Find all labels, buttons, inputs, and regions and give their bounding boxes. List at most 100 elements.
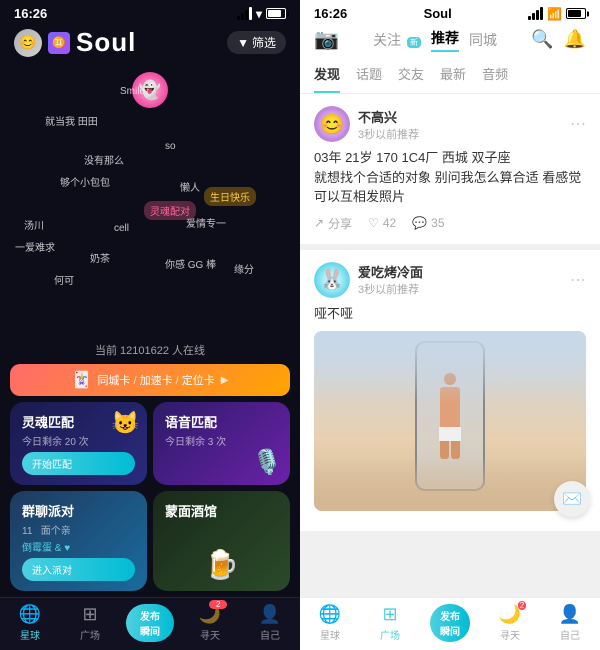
- floating-message-btn[interactable]: ✉️: [554, 481, 590, 517]
- feed-content-1: 03年 21岁 170 1C4厂 西城 双子座就想找个合适的对象 别问我怎么算合…: [314, 148, 586, 207]
- right-publish-btn[interactable]: 发布瞬间: [430, 604, 470, 642]
- tab-latest[interactable]: 最新: [440, 58, 466, 93]
- feed-actions-1: ↗ 分享 ♡ 42 💬 35: [314, 215, 586, 232]
- left-nav-planet-label: 星球: [20, 627, 40, 642]
- square-icon: ⊞: [82, 604, 97, 625]
- tab-audio[interactable]: 音频: [482, 58, 508, 93]
- bubble-tangchuan: 汤川: [24, 217, 44, 232]
- right-nav-sky[interactable]: 🌙 2 寻天: [480, 604, 540, 642]
- right-time: 16:26: [314, 6, 347, 21]
- left-status-bar: 16:26 ▾: [0, 0, 300, 23]
- message-icon: ✉️: [562, 489, 582, 509]
- tab-follow[interactable]: 关注 新: [373, 30, 421, 50]
- comment-icon: 💬: [412, 216, 427, 230]
- feed-user-info-2: 🐰 爱吃烤冷面 3秒以前推荐: [314, 262, 423, 298]
- tab-local[interactable]: 同城: [469, 30, 497, 50]
- feed-share-1[interactable]: ↗ 分享: [314, 215, 352, 232]
- sky-badge: 🌙: [199, 604, 221, 625]
- bubble-hard: 一爱难求: [15, 239, 55, 254]
- right-soul-center: Soul: [424, 6, 452, 21]
- bubble-yuanfen: 缘分: [234, 261, 254, 276]
- voice-match-card[interactable]: 语音匹配 今日剩余 3 次 🎙️: [153, 402, 290, 485]
- group-party-card[interactable]: 群聊派对 11 面个亲 倒霉蛋 & ♥ 进入派对: [10, 491, 147, 591]
- left-nav-sky[interactable]: 🌙 寻天: [180, 604, 240, 642]
- bubble-rennin: 懒人: [180, 179, 200, 194]
- feed-image-2: [314, 331, 586, 511]
- right-nav-square[interactable]: ⊞ 广场: [360, 604, 420, 642]
- right-signal-icon: [528, 7, 543, 20]
- feed-item-1: 😊 不高兴 3秒以前推荐 ⋯ 03年 21岁 170 1C4厂 西城 双子座就想…: [300, 94, 600, 244]
- mask-bar-icon: 🍺: [165, 548, 278, 581]
- left-nav-self-label: 自己: [260, 627, 280, 642]
- feed-avatar-2[interactable]: 🐰: [314, 262, 350, 298]
- cards-row: 🃏 同城卡 / 加速卡 / 定位卡 ▶: [0, 364, 300, 402]
- battery-icon: [266, 8, 286, 19]
- feed-area[interactable]: 😊 不高兴 3秒以前推荐 ⋯ 03年 21岁 170 1C4厂 西城 双子座就想…: [300, 94, 600, 597]
- comment-count-1: 35: [431, 216, 444, 230]
- right-nav-planet[interactable]: 🌐 星球: [300, 604, 360, 642]
- feed-like-1[interactable]: ♡ 42: [368, 216, 396, 230]
- user-avatar[interactable]: 😊: [14, 29, 42, 57]
- feed-avatar-1[interactable]: 😊: [314, 106, 350, 142]
- search-icon[interactable]: 🔍: [531, 29, 553, 50]
- nebula-area[interactable]: 👻 Smile↑ 就当我 田田 so 没有那么 够个小包包 懒人 灵魂配对 生日…: [0, 64, 300, 338]
- right-sky-badge: 2: [518, 601, 526, 610]
- tab-recommended[interactable]: 推荐: [431, 28, 459, 52]
- left-bottom-nav: 🌐 星球 ⊞ 广场 发布瞬间 🌙 寻天 👤 自己: [0, 597, 300, 650]
- bubble-bag: 够个小包包: [60, 174, 110, 189]
- right-self-icon: 👤: [559, 604, 581, 625]
- city-card[interactable]: 🃏 同城卡 / 加速卡 / 定位卡 ▶: [10, 364, 290, 396]
- tab-social[interactable]: 交友: [398, 58, 424, 93]
- signal-bars-icon: [237, 7, 252, 20]
- camera-icon[interactable]: 📷: [314, 27, 339, 52]
- feed-content-2: 哑不哑: [314, 304, 586, 324]
- like-icon: ♡: [368, 216, 379, 230]
- group-party-sub: 11 面个亲: [22, 522, 135, 537]
- right-nav-self[interactable]: 👤 自己: [540, 604, 600, 642]
- self-icon: 👤: [259, 604, 281, 625]
- content-tabs: 发现 话题 交友 最新 音频: [300, 58, 600, 94]
- filter-icon: ▼: [237, 36, 249, 50]
- filter-button[interactable]: ▼ 筛选: [227, 31, 286, 54]
- bubble-smile: Smile↑: [120, 86, 150, 97]
- feed-item-2-header: 🐰 爱吃烤冷面 3秒以前推荐 ⋯: [314, 262, 586, 298]
- feed-more-2[interactable]: ⋯: [570, 270, 586, 290]
- bubble-naicha: 奶茶: [90, 250, 110, 265]
- tab-discover[interactable]: 发现: [314, 58, 340, 93]
- left-status-icons: ▾: [237, 7, 286, 21]
- right-status-bar: 16:26 Soul 📶: [300, 0, 600, 23]
- soul-match-icon: 😺: [112, 410, 139, 436]
- left-nav-planet[interactable]: 🌐 星球: [0, 604, 60, 642]
- group-party-btn[interactable]: 进入派对: [22, 558, 135, 581]
- left-header-left: 😊 ♊ Soul: [14, 27, 136, 58]
- online-count: 当前 12101622 人在线: [0, 338, 300, 364]
- right-bottom-nav: 🌐 星球 ⊞ 广场 发布瞬间 🌙 2 寻天 👤 自己: [300, 597, 600, 650]
- right-nav-planet-label: 星球: [320, 627, 340, 642]
- soul-match-card[interactable]: 灵魂匹配 今日剩余 20 次 开始匹配 😺: [10, 402, 147, 485]
- sky-icon: 🌙: [199, 604, 221, 624]
- mask-bar-card[interactable]: 蒙面酒馆 🍺: [153, 491, 290, 591]
- left-publish-btn[interactable]: 发布瞬间: [126, 604, 174, 642]
- voice-match-icon: 🎙️: [252, 448, 282, 477]
- left-nav-square[interactable]: ⊞ 广场: [60, 604, 120, 642]
- soul-match-btn[interactable]: 开始匹配: [22, 452, 135, 475]
- bubble-love: 爱情专一: [186, 215, 226, 230]
- group-party-sub2: 倒霉蛋 & ♥: [22, 539, 135, 554]
- left-panel: 16:26 ▾ 😊 ♊ Soul ▼ 筛选: [0, 0, 300, 650]
- bubble-lazy: 没有那么: [84, 152, 124, 167]
- feed-item-1-header: 😊 不高兴 3秒以前推荐 ⋯: [314, 106, 586, 142]
- feed-more-1[interactable]: ⋯: [570, 114, 586, 134]
- tab-topic[interactable]: 话题: [356, 58, 382, 93]
- left-nav-sky-label: 寻天: [200, 627, 220, 642]
- feed-comment-1[interactable]: 💬 35: [412, 216, 444, 230]
- left-time: 16:26: [14, 6, 47, 21]
- left-nav-publish[interactable]: 发布瞬间: [120, 604, 180, 642]
- feed-user-name-2: 爱吃烤冷面: [358, 262, 423, 281]
- right-nav-publish[interactable]: 发布瞬间: [420, 604, 480, 642]
- bubble-so: so: [165, 141, 176, 152]
- feed-time-1: 3秒以前推荐: [358, 126, 419, 142]
- left-nav-self[interactable]: 👤 自己: [240, 604, 300, 642]
- settings-icon[interactable]: 🔔: [564, 29, 586, 50]
- mask-bar-title: 蒙面酒馆: [165, 501, 278, 520]
- features-grid: 灵魂匹配 今日剩余 20 次 开始匹配 😺 语音匹配 今日剩余 3 次 🎙️ 群…: [0, 402, 300, 597]
